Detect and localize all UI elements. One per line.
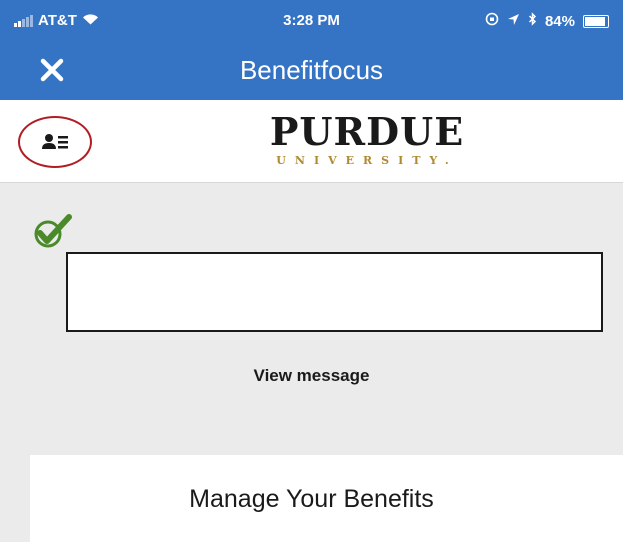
location-icon <box>507 13 520 30</box>
view-message-link[interactable]: View message <box>0 366 623 386</box>
card-title: Manage Your Benefits <box>189 485 434 513</box>
app-title: Benefitfocus <box>239 55 384 85</box>
lock-rotation-icon <box>485 12 499 30</box>
profile-button[interactable] <box>18 116 92 168</box>
profile-card-icon <box>42 134 68 149</box>
battery-icon <box>583 14 609 28</box>
bluetooth-icon <box>528 12 537 30</box>
battery-percent: 84% <box>544 12 575 30</box>
message-box[interactable] <box>66 252 603 332</box>
checkmark-icon <box>34 214 72 253</box>
logo-subtitle: UNIVERSITY. <box>276 154 458 167</box>
purdue-logo: PURDUE UNIVERSITY. <box>262 109 472 168</box>
status-indicators: 84% <box>485 12 609 30</box>
logo-wordmark: PURDUE <box>269 109 465 154</box>
status-bar: AT&T 3:28 PM 84% <box>0 0 623 42</box>
